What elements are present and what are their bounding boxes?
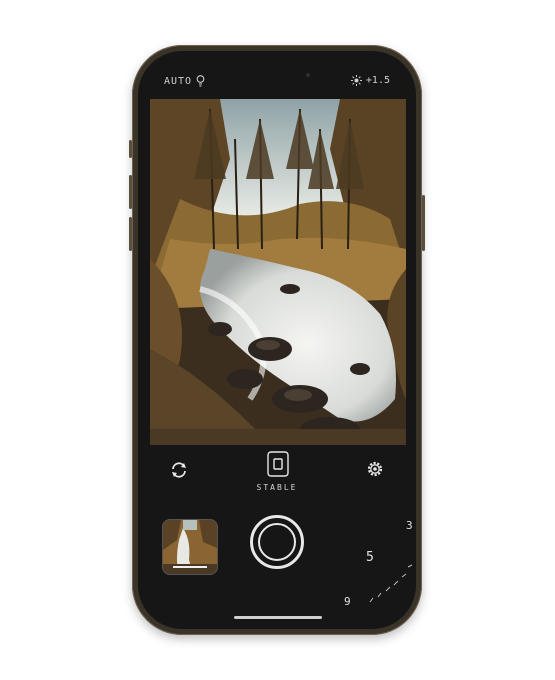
waterfall-forest-scene bbox=[150, 99, 406, 445]
dial-value: 3 bbox=[406, 519, 413, 532]
exposure-control[interactable]: +1.5 bbox=[350, 75, 390, 86]
power-button bbox=[422, 195, 425, 251]
thumbnail-image bbox=[163, 520, 217, 574]
camera-viewfinder[interactable] bbox=[150, 99, 406, 445]
shutter-inner-ring bbox=[258, 523, 296, 561]
home-indicator[interactable] bbox=[234, 616, 322, 619]
gear-icon[interactable] bbox=[365, 459, 385, 479]
last-photo-thumbnail[interactable] bbox=[162, 519, 218, 575]
stabilization-label: STABLE bbox=[256, 483, 298, 492]
phone-frame: AUTO +1.5 STABLE 3 5 9 bbox=[129, 45, 425, 635]
screen: AUTO +1.5 STABLE 3 5 9 bbox=[138, 51, 416, 629]
status-bar: AUTO +1.5 bbox=[138, 51, 416, 99]
exposure-dial[interactable]: 3 5 9 bbox=[334, 507, 416, 607]
exposure-value: +1.5 bbox=[365, 75, 390, 86]
switch-camera-icon[interactable] bbox=[170, 461, 188, 479]
volume-up-button bbox=[129, 175, 132, 209]
dial-value: 5 bbox=[366, 550, 374, 565]
dial-value: 9 bbox=[344, 595, 351, 607]
side-button bbox=[129, 140, 132, 158]
volume-down-button bbox=[129, 217, 132, 251]
stabilization-icon[interactable] bbox=[267, 451, 289, 477]
front-camera bbox=[306, 73, 310, 77]
lightbulb-icon bbox=[196, 75, 205, 87]
flash-control[interactable]: AUTO bbox=[164, 75, 205, 87]
sun-icon bbox=[350, 75, 362, 86]
flash-mode-label: AUTO bbox=[164, 75, 193, 87]
shutter-button[interactable] bbox=[250, 515, 304, 569]
